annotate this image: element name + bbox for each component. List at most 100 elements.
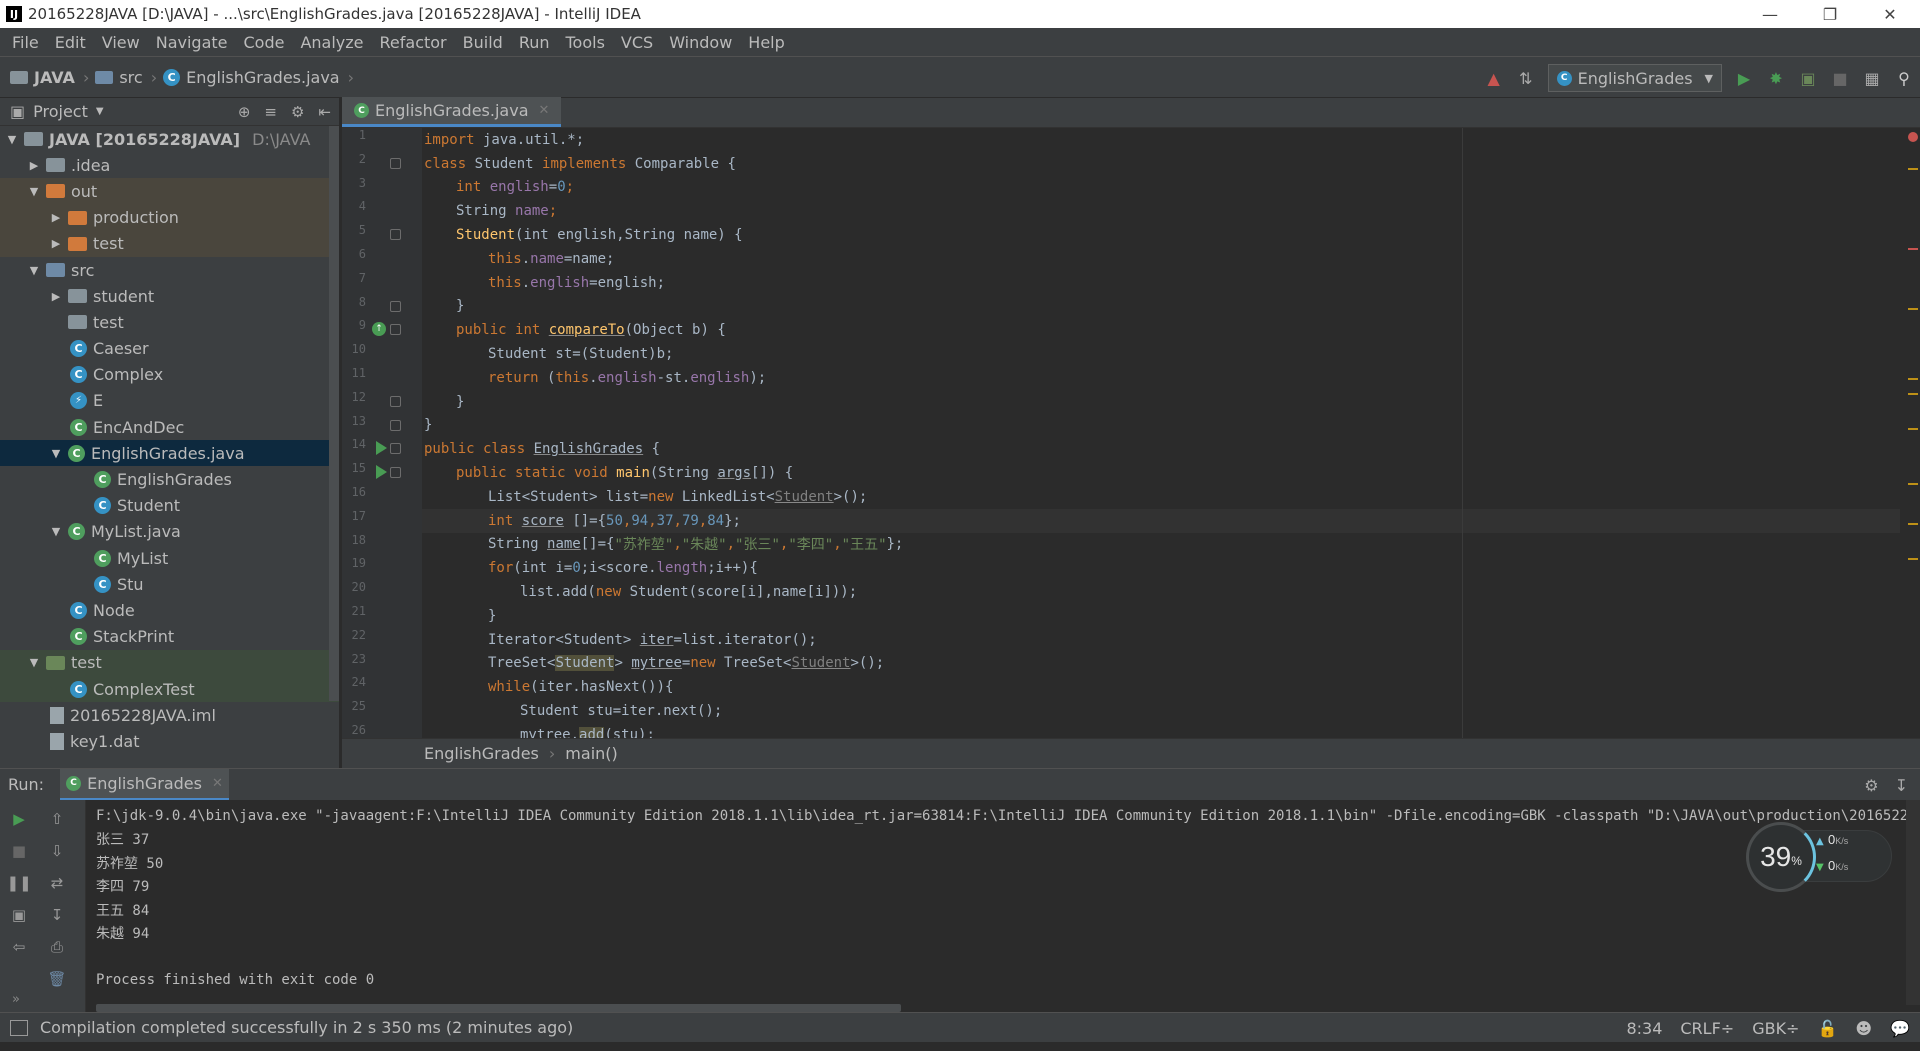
menu-window[interactable]: Window [661,33,740,52]
rerun-icon[interactable]: ▶ [10,810,28,828]
code-editor[interactable]: import java.util.*; class Student implem… [422,128,1900,738]
trash-icon[interactable]: 🗑 [47,970,66,988]
down-arrow-icon[interactable]: ⇩ [48,842,66,860]
nav-crumb-file[interactable]: C EnglishGrades.java › [163,68,354,87]
tree-item-caeser[interactable]: C Caeser [0,336,339,362]
menu-build[interactable]: Build [455,33,511,52]
close-tab-icon[interactable]: ✕ [539,103,550,118]
tree-item-idea[interactable]: ▶ .idea [0,152,339,178]
file-encoding[interactable]: GBK÷ [1752,1019,1799,1038]
menu-run[interactable]: Run [511,33,558,52]
warning-mark[interactable] [1908,393,1918,395]
close-icon[interactable]: ✕ [1860,0,1920,28]
debug-bug-icon[interactable]: ✸ [1763,65,1789,91]
menu-edit[interactable]: Edit [47,33,94,52]
tree-item-node[interactable]: C Node [0,597,339,623]
tree-item-iml[interactable]: 20165228JAVA.iml [0,702,339,728]
menu-refactor[interactable]: Refactor [372,33,455,52]
chevron-down-icon[interactable]: ▼ [96,106,104,117]
error-mark[interactable] [1908,248,1918,250]
tree-item-encanddec[interactable]: C EncAndDec [0,414,339,440]
gear-icon[interactable]: ⚙ [291,103,304,121]
print-icon[interactable]: ⎙ [48,938,66,956]
tree-item-out[interactable]: ▼ out [0,178,339,205]
tree-item-student-class[interactable]: C Student [0,493,339,519]
expanded-arrow-icon[interactable]: ▼ [26,264,42,277]
menu-navigate[interactable]: Navigate [148,33,236,52]
gear-icon[interactable]: ⚙ [1864,776,1878,795]
tree-item-complex[interactable]: C Complex [0,362,339,388]
menu-help[interactable]: Help [740,33,792,52]
expanded-arrow-icon[interactable]: ▼ [48,447,64,460]
inspector-icon[interactable]: ☻ [1855,1019,1872,1038]
tree-item-complextest[interactable]: C ComplexTest [0,675,339,703]
restore-icon[interactable]: ❐ [1800,0,1860,28]
menu-tools[interactable]: Tools [558,33,613,52]
warning-mark[interactable] [1908,483,1918,485]
fold-icon[interactable] [390,395,401,407]
menu-code[interactable]: Code [236,33,293,52]
fold-icon[interactable] [390,443,401,455]
tree-item-mylist-java[interactable]: ▼ C MyList.java [0,519,339,545]
error-indicator-icon[interactable] [1908,132,1918,142]
tree-item-production[interactable]: ▶ production [0,204,339,231]
project-structure-icon[interactable]: ▦ [1859,65,1885,91]
sort-icon[interactable]: ⇅ [1513,65,1539,91]
hide-panel-icon[interactable]: ⇤ [318,103,331,121]
fold-icon[interactable] [390,419,401,431]
pause-icon[interactable]: ❚❚ [6,874,31,892]
run-gutter-icon[interactable] [376,465,387,480]
run-console[interactable]: F:\jdk-9.0.4\bin\java.exe "-javaagent:F:… [86,800,1920,1012]
tree-item-key1[interactable]: key1.dat [0,728,339,754]
console-horizontal-scrollbar[interactable] [96,1004,901,1012]
build-hammer-icon[interactable]: ▲ [1481,65,1507,91]
scroll-to-end-icon[interactable]: ↧ [48,906,66,924]
warning-mark[interactable] [1908,308,1918,310]
menu-view[interactable]: View [94,33,148,52]
tree-item-e[interactable]: ⚡ E [0,388,339,414]
tree-item-englishgrades-class[interactable]: C EnglishGrades [0,466,339,492]
fold-icon[interactable] [390,157,401,169]
run-tab-englishgrades[interactable]: C EnglishGrades ✕ [60,768,229,801]
collapse-all-icon[interactable]: ≡ [264,103,277,121]
exit-icon[interactable]: ⇦ [10,938,28,956]
tree-item-stackprint[interactable]: C StackPrint [0,624,339,650]
editor-gutter[interactable]: 1 2 3 4 5 6 7 8 9 ↑ 10 11 12 13 14 15 16 … [342,128,422,738]
nav-crumb-src[interactable]: src › [95,68,157,87]
tree-item-test-root[interactable]: ▼ test [0,649,339,676]
warning-mark[interactable] [1908,558,1918,560]
expanded-arrow-icon[interactable]: ▼ [48,525,64,538]
tree-item-out-test[interactable]: ▶ test [0,230,339,257]
expanded-arrow-icon[interactable]: ▼ [4,133,20,146]
locate-target-icon[interactable]: ⊕ [238,103,251,121]
override-icon[interactable]: ↑ [372,322,386,337]
coverage-icon[interactable]: ▣ [1795,65,1821,91]
collapsed-arrow-icon[interactable]: ▶ [48,290,64,303]
breadcrumb-class[interactable]: EnglishGrades [424,744,539,763]
stop-icon[interactable]: ■ [1827,65,1853,91]
up-arrow-icon[interactable]: ⇧ [48,810,66,828]
project-scrollbar[interactable] [329,126,339,701]
expanded-arrow-icon[interactable]: ▼ [26,185,42,198]
tree-item-root[interactable]: ▼ JAVA [20165228JAVA] D:\JAVA [0,126,339,152]
breadcrumb-method[interactable]: main() [565,744,617,763]
warning-mark[interactable] [1908,378,1918,380]
collapsed-arrow-icon[interactable]: ▶ [48,211,64,224]
stop-icon[interactable]: ■ [10,842,28,860]
menu-analyze[interactable]: Analyze [292,33,371,52]
tree-item-stu-class[interactable]: C Stu [0,571,339,597]
tree-item-student-pkg[interactable]: ▶ student [0,283,339,309]
expand-icon[interactable]: » [12,992,20,1007]
warning-mark[interactable] [1908,523,1918,525]
error-stripe[interactable] [1906,128,1920,738]
soft-wrap-icon[interactable]: ⇄ [48,874,66,892]
caret-position[interactable]: 8:34 [1626,1019,1662,1038]
collapsed-arrow-icon[interactable]: ▶ [48,237,64,250]
tree-item-mylist-class[interactable]: C MyList [0,545,339,571]
project-view-selector[interactable]: Project [33,102,88,121]
console-vertical-scrollbar[interactable] [1906,800,1920,1005]
tree-item-src-test[interactable]: test [0,309,339,335]
lock-icon[interactable]: 🔓 [1817,1019,1837,1038]
run-icon[interactable]: ▶ [1731,65,1757,91]
dump-threads-icon[interactable]: ▣ [10,906,28,924]
